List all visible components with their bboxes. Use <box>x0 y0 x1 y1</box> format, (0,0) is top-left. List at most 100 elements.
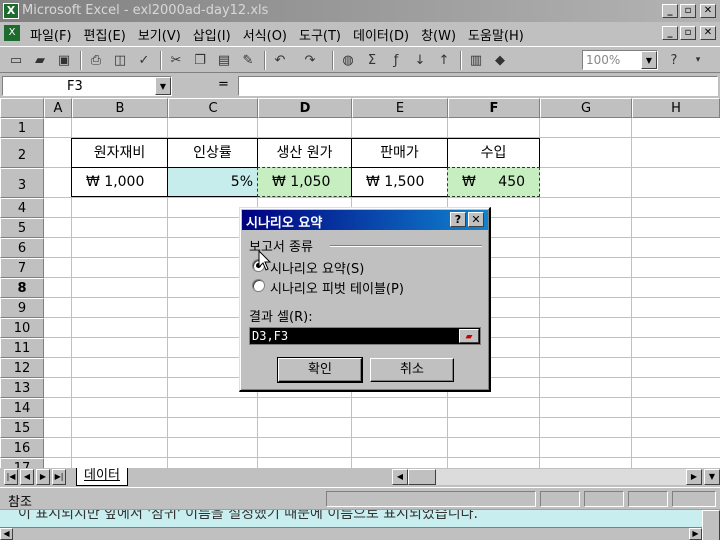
caption-vertical-scrollbar[interactable] <box>702 510 720 540</box>
menu-window[interactable]: 창(W) <box>421 25 456 44</box>
row-header-9[interactable]: 9 <box>0 298 44 318</box>
print-preview-icon[interactable]: ◫ <box>110 51 130 70</box>
last-sheet-button[interactable]: ▶| <box>52 469 66 485</box>
cell-e3[interactable]: ₩ 1,500 <box>351 167 448 197</box>
row-header-10[interactable]: 10 <box>0 318 44 338</box>
chevron-down-icon[interactable]: ▼ <box>641 51 657 69</box>
cancel-button[interactable]: 취소 <box>370 358 454 382</box>
new-icon[interactable]: ▭ <box>6 51 26 70</box>
first-sheet-button[interactable]: |◀ <box>4 469 18 485</box>
column-header-d[interactable]: D <box>258 98 352 118</box>
radio-scenario-pivot[interactable] <box>252 279 265 292</box>
cell-d3[interactable]: ₩ 1,050 <box>257 167 352 197</box>
row-header-6[interactable]: 6 <box>0 238 44 258</box>
cell-f3[interactable]: ₩ 450 <box>447 167 540 197</box>
ok-button[interactable]: 확인 <box>277 357 363 383</box>
horizontal-scrollbar[interactable]: ◀ ▶ <box>392 469 702 485</box>
open-icon[interactable]: ▰ <box>30 51 50 70</box>
row-header-8[interactable]: 8 <box>0 278 44 298</box>
menu-format[interactable]: 서식(O) <box>243 25 287 44</box>
undo-icon[interactable]: ↶ <box>270 51 290 70</box>
collapse-dialog-icon[interactable]: ▰ <box>459 329 479 343</box>
cell-c2[interactable]: 인상률 <box>167 138 258 168</box>
workbook-icon[interactable]: X <box>4 25 20 41</box>
sheet-tab-data[interactable]: 데이터 <box>76 468 128 486</box>
spelling-icon[interactable]: ✓ <box>134 51 154 70</box>
sort-descending-icon[interactable]: ↑ <box>434 51 454 70</box>
format-painter-icon[interactable]: ✎ <box>238 51 258 70</box>
redo-icon[interactable]: ↷ <box>300 51 320 70</box>
prev-sheet-button[interactable]: ◀ <box>20 469 34 485</box>
row-header-13[interactable]: 13 <box>0 378 44 398</box>
row-header-2[interactable]: 2 <box>0 138 44 168</box>
copy-icon[interactable]: ❐ <box>190 51 210 70</box>
save-icon[interactable]: ▣ <box>54 51 74 70</box>
excel-app-icon[interactable]: X <box>3 3 19 19</box>
doc-restore-button[interactable]: ▫ <box>680 26 696 40</box>
column-header-a[interactable]: A <box>44 98 72 118</box>
row-header-3[interactable]: 3 <box>0 168 44 198</box>
scroll-left-arrow[interactable]: ◀ <box>392 469 408 485</box>
help-icon[interactable]: ? <box>664 51 684 70</box>
row-header-14[interactable]: 14 <box>0 398 44 418</box>
radio-scenario-summary-label[interactable]: 시나리오 요약(S) <box>270 258 364 277</box>
print-icon[interactable]: ⎙ <box>86 51 106 70</box>
hyperlink-icon[interactable]: ◍ <box>338 51 358 70</box>
row-header-15[interactable]: 15 <box>0 418 44 438</box>
equals-button[interactable]: = <box>218 77 229 92</box>
row-header-7[interactable]: 7 <box>0 258 44 278</box>
cell-d2[interactable]: 생산 원가 <box>257 138 352 168</box>
scroll-right-arrow[interactable]: ▶ <box>689 528 702 540</box>
next-sheet-button[interactable]: ▶ <box>36 469 50 485</box>
row-header-5[interactable]: 5 <box>0 218 44 238</box>
cell-b3[interactable]: ₩ 1,000 <box>71 167 168 197</box>
formula-input[interactable] <box>238 76 718 96</box>
menu-edit[interactable]: 편집(E) <box>84 25 126 44</box>
menu-tools[interactable]: 도구(T) <box>299 25 341 44</box>
select-all-corner[interactable] <box>0 98 44 118</box>
menu-file[interactable]: 파일(F) <box>30 25 72 44</box>
column-header-f[interactable]: F <box>448 98 540 118</box>
column-header-c[interactable]: C <box>168 98 258 118</box>
close-button[interactable]: ✕ <box>700 4 716 18</box>
chevron-down-icon[interactable]: ▼ <box>155 77 171 95</box>
toolbar-options-icon[interactable]: ▾ <box>688 51 708 70</box>
drawing-icon[interactable]: ◆ <box>490 51 510 70</box>
name-box[interactable]: F3 ▼ <box>2 76 172 96</box>
menu-help[interactable]: 도움말(H) <box>468 25 524 44</box>
doc-minimize-button[interactable]: _ <box>662 26 678 40</box>
zoom-select[interactable]: 100% ▼ <box>582 50 658 70</box>
row-header-16[interactable]: 16 <box>0 438 44 458</box>
cell-f2[interactable]: 수입 <box>447 138 540 168</box>
menu-data[interactable]: 데이터(D) <box>353 25 409 44</box>
cut-icon[interactable]: ✂ <box>166 51 186 70</box>
scroll-down-arrow[interactable]: ▼ <box>704 469 720 485</box>
row-header-11[interactable]: 11 <box>0 338 44 358</box>
paste-icon[interactable]: ▤ <box>214 51 234 70</box>
caption-horizontal-scrollbar[interactable]: ◀ ▶ <box>0 527 702 540</box>
column-header-e[interactable]: E <box>352 98 448 118</box>
scroll-right-arrow[interactable]: ▶ <box>686 469 702 485</box>
cell-b2[interactable]: 원자재비 <box>71 138 168 168</box>
chart-wizard-icon[interactable]: ▥ <box>466 51 486 70</box>
row-header-4[interactable]: 4 <box>0 198 44 218</box>
scroll-thumb[interactable] <box>408 469 436 485</box>
maximize-button[interactable]: ▫ <box>680 4 696 18</box>
sort-ascending-icon[interactable]: ↓ <box>410 51 430 70</box>
doc-close-button[interactable]: ✕ <box>700 26 716 40</box>
column-header-h[interactable]: H <box>632 98 720 118</box>
radio-scenario-pivot-label[interactable]: 시나리오 피벗 테이블(P) <box>270 278 404 297</box>
close-icon[interactable]: ✕ <box>468 212 484 227</box>
autosum-icon[interactable]: Σ <box>362 51 382 70</box>
column-header-b[interactable]: B <box>72 98 168 118</box>
row-header-12[interactable]: 12 <box>0 358 44 378</box>
menu-insert[interactable]: 삽입(I) <box>193 25 231 44</box>
function-icon[interactable]: ƒ <box>386 51 406 70</box>
cell-e2[interactable]: 판매가 <box>351 138 448 168</box>
menu-view[interactable]: 보기(V) <box>138 25 181 44</box>
dialog-title-bar[interactable]: 시나리오 요약 ? ✕ <box>242 210 488 231</box>
column-header-g[interactable]: G <box>540 98 632 118</box>
scroll-left-arrow[interactable]: ◀ <box>0 528 13 540</box>
result-cells-input[interactable]: D3,F3 ▰ <box>249 327 481 345</box>
minimize-button[interactable]: _ <box>662 4 678 18</box>
